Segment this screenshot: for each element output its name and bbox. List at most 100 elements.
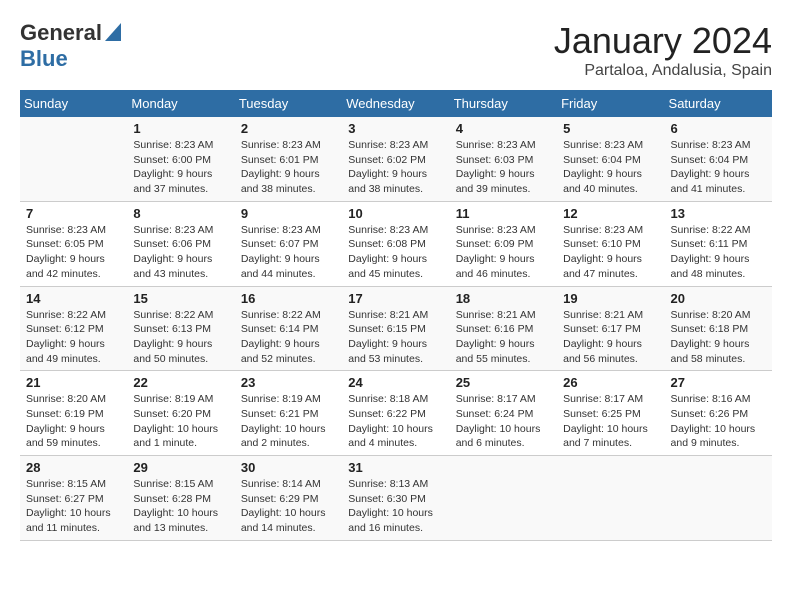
- day-number: 11: [456, 206, 551, 221]
- day-number: 9: [241, 206, 336, 221]
- calendar-week-5: 28 Sunrise: 8:15 AM Sunset: 6:27 PM Dayli…: [20, 456, 772, 541]
- day-info: Sunrise: 8:17 AM Sunset: 6:25 PM Dayligh…: [563, 392, 658, 451]
- header-thursday: Thursday: [450, 90, 557, 117]
- day-info: Sunrise: 8:23 AM Sunset: 6:05 PM Dayligh…: [26, 223, 121, 282]
- calendar-cell: 26 Sunrise: 8:17 AM Sunset: 6:25 PM Dayli…: [557, 371, 664, 456]
- day-number: 10: [348, 206, 443, 221]
- calendar-cell: 10 Sunrise: 8:23 AM Sunset: 6:08 PM Dayli…: [342, 201, 449, 286]
- day-info: Sunrise: 8:23 AM Sunset: 6:08 PM Dayligh…: [348, 223, 443, 282]
- day-number: 15: [133, 291, 228, 306]
- day-info: Sunrise: 8:21 AM Sunset: 6:17 PM Dayligh…: [563, 308, 658, 367]
- header-saturday: Saturday: [665, 90, 772, 117]
- day-number: 18: [456, 291, 551, 306]
- day-number: 28: [26, 460, 121, 475]
- day-info: Sunrise: 8:19 AM Sunset: 6:20 PM Dayligh…: [133, 392, 228, 451]
- day-info: Sunrise: 8:23 AM Sunset: 6:02 PM Dayligh…: [348, 138, 443, 197]
- calendar-cell: 21 Sunrise: 8:20 AM Sunset: 6:19 PM Dayli…: [20, 371, 127, 456]
- day-info: Sunrise: 8:22 AM Sunset: 6:11 PM Dayligh…: [671, 223, 766, 282]
- calendar-cell: 27 Sunrise: 8:16 AM Sunset: 6:26 PM Dayli…: [665, 371, 772, 456]
- day-number: 2: [241, 121, 336, 136]
- day-number: 5: [563, 121, 658, 136]
- calendar-cell: 31 Sunrise: 8:13 AM Sunset: 6:30 PM Dayli…: [342, 456, 449, 541]
- day-number: 31: [348, 460, 443, 475]
- calendar-cell: 11 Sunrise: 8:23 AM Sunset: 6:09 PM Dayli…: [450, 201, 557, 286]
- calendar-cell: 24Sunrise: 8:18 AM Sunset: 6:22 PM Dayli…: [342, 371, 449, 456]
- day-info: Sunrise: 8:13 AM Sunset: 6:30 PM Dayligh…: [348, 477, 443, 536]
- calendar-cell: 22 Sunrise: 8:19 AM Sunset: 6:20 PM Dayli…: [127, 371, 234, 456]
- day-number: 23: [241, 375, 336, 390]
- day-number: 27: [671, 375, 766, 390]
- day-number: 6: [671, 121, 766, 136]
- calendar-cell: 14 Sunrise: 8:22 AM Sunset: 6:12 PM Dayli…: [20, 286, 127, 371]
- day-info: Sunrise: 8:22 AM Sunset: 6:12 PM Dayligh…: [26, 308, 121, 367]
- day-number: 16: [241, 291, 336, 306]
- header-sunday: Sunday: [20, 90, 127, 117]
- day-info: Sunrise: 8:23 AM Sunset: 6:06 PM Dayligh…: [133, 223, 228, 282]
- day-number: 29: [133, 460, 228, 475]
- calendar-cell: 29 Sunrise: 8:15 AM Sunset: 6:28 PM Dayli…: [127, 456, 234, 541]
- calendar-cell: 16 Sunrise: 8:22 AM Sunset: 6:14 PM Dayli…: [235, 286, 342, 371]
- calendar-week-2: 7Sunrise: 8:23 AM Sunset: 6:05 PM Daylig…: [20, 201, 772, 286]
- calendar-cell: 18 Sunrise: 8:21 AM Sunset: 6:16 PM Dayli…: [450, 286, 557, 371]
- day-number: 8: [133, 206, 228, 221]
- calendar-cell: [665, 456, 772, 541]
- day-info: Sunrise: 8:14 AM Sunset: 6:29 PM Dayligh…: [241, 477, 336, 536]
- day-info: Sunrise: 8:23 AM Sunset: 6:04 PM Dayligh…: [671, 138, 766, 197]
- calendar-table: Sunday Monday Tuesday Wednesday Thursday…: [20, 90, 772, 541]
- calendar-cell: 23 Sunrise: 8:19 AM Sunset: 6:21 PM Dayli…: [235, 371, 342, 456]
- calendar-cell: [557, 456, 664, 541]
- day-number: 22: [133, 375, 228, 390]
- header-wednesday: Wednesday: [342, 90, 449, 117]
- location-title: Partaloa, Andalusia, Spain: [554, 62, 772, 80]
- day-number: 24: [348, 375, 443, 390]
- title-section: January 2024 Partaloa, Andalusia, Spain: [554, 20, 772, 80]
- day-info: Sunrise: 8:19 AM Sunset: 6:21 PM Dayligh…: [241, 392, 336, 451]
- calendar-week-1: 1 Sunrise: 8:23 AM Sunset: 6:00 PM Daylig…: [20, 117, 772, 201]
- day-number: 20: [671, 291, 766, 306]
- calendar-week-4: 21 Sunrise: 8:20 AM Sunset: 6:19 PM Dayli…: [20, 371, 772, 456]
- day-number: 3: [348, 121, 443, 136]
- header-friday: Friday: [557, 90, 664, 117]
- calendar-cell: 4Sunrise: 8:23 AM Sunset: 6:03 PM Daylig…: [450, 117, 557, 201]
- day-info: Sunrise: 8:16 AM Sunset: 6:26 PM Dayligh…: [671, 392, 766, 451]
- calendar-cell: 17Sunrise: 8:21 AM Sunset: 6:15 PM Dayli…: [342, 286, 449, 371]
- logo-arrow-icon: [105, 23, 121, 46]
- day-number: 14: [26, 291, 121, 306]
- day-info: Sunrise: 8:22 AM Sunset: 6:13 PM Dayligh…: [133, 308, 228, 367]
- day-number: 30: [241, 460, 336, 475]
- day-number: 21: [26, 375, 121, 390]
- calendar-cell: 20 Sunrise: 8:20 AM Sunset: 6:18 PM Dayli…: [665, 286, 772, 371]
- day-info: Sunrise: 8:23 AM Sunset: 6:09 PM Dayligh…: [456, 223, 551, 282]
- day-number: 1: [133, 121, 228, 136]
- calendar-cell: [20, 117, 127, 201]
- day-info: Sunrise: 8:20 AM Sunset: 6:19 PM Dayligh…: [26, 392, 121, 451]
- day-info: Sunrise: 8:17 AM Sunset: 6:24 PM Dayligh…: [456, 392, 551, 451]
- calendar-cell: 25Sunrise: 8:17 AM Sunset: 6:24 PM Dayli…: [450, 371, 557, 456]
- day-info: Sunrise: 8:15 AM Sunset: 6:28 PM Dayligh…: [133, 477, 228, 536]
- calendar-cell: 19 Sunrise: 8:21 AM Sunset: 6:17 PM Dayli…: [557, 286, 664, 371]
- calendar-cell: [450, 456, 557, 541]
- logo: General Blue: [20, 20, 121, 72]
- day-info: Sunrise: 8:23 AM Sunset: 6:04 PM Dayligh…: [563, 138, 658, 197]
- calendar-week-3: 14 Sunrise: 8:22 AM Sunset: 6:12 PM Dayli…: [20, 286, 772, 371]
- logo-general-text: General: [20, 20, 102, 46]
- calendar-cell: 3 Sunrise: 8:23 AM Sunset: 6:02 PM Daylig…: [342, 117, 449, 201]
- page-header: General Blue January 2024 Partaloa, Anda…: [20, 20, 772, 80]
- calendar-cell: 7Sunrise: 8:23 AM Sunset: 6:05 PM Daylig…: [20, 201, 127, 286]
- day-info: Sunrise: 8:22 AM Sunset: 6:14 PM Dayligh…: [241, 308, 336, 367]
- calendar-cell: 13Sunrise: 8:22 AM Sunset: 6:11 PM Dayli…: [665, 201, 772, 286]
- day-number: 26: [563, 375, 658, 390]
- day-info: Sunrise: 8:23 AM Sunset: 6:10 PM Dayligh…: [563, 223, 658, 282]
- day-info: Sunrise: 8:20 AM Sunset: 6:18 PM Dayligh…: [671, 308, 766, 367]
- calendar-cell: 30 Sunrise: 8:14 AM Sunset: 6:29 PM Dayli…: [235, 456, 342, 541]
- calendar-cell: 2 Sunrise: 8:23 AM Sunset: 6:01 PM Daylig…: [235, 117, 342, 201]
- day-info: Sunrise: 8:21 AM Sunset: 6:16 PM Dayligh…: [456, 308, 551, 367]
- day-info: Sunrise: 8:23 AM Sunset: 6:00 PM Dayligh…: [133, 138, 228, 197]
- day-number: 12: [563, 206, 658, 221]
- day-info: Sunrise: 8:15 AM Sunset: 6:27 PM Dayligh…: [26, 477, 121, 536]
- day-number: 19: [563, 291, 658, 306]
- calendar-cell: 1 Sunrise: 8:23 AM Sunset: 6:00 PM Daylig…: [127, 117, 234, 201]
- calendar-cell: 12 Sunrise: 8:23 AM Sunset: 6:10 PM Dayli…: [557, 201, 664, 286]
- calendar-cell: 6 Sunrise: 8:23 AM Sunset: 6:04 PM Daylig…: [665, 117, 772, 201]
- day-info: Sunrise: 8:23 AM Sunset: 6:01 PM Dayligh…: [241, 138, 336, 197]
